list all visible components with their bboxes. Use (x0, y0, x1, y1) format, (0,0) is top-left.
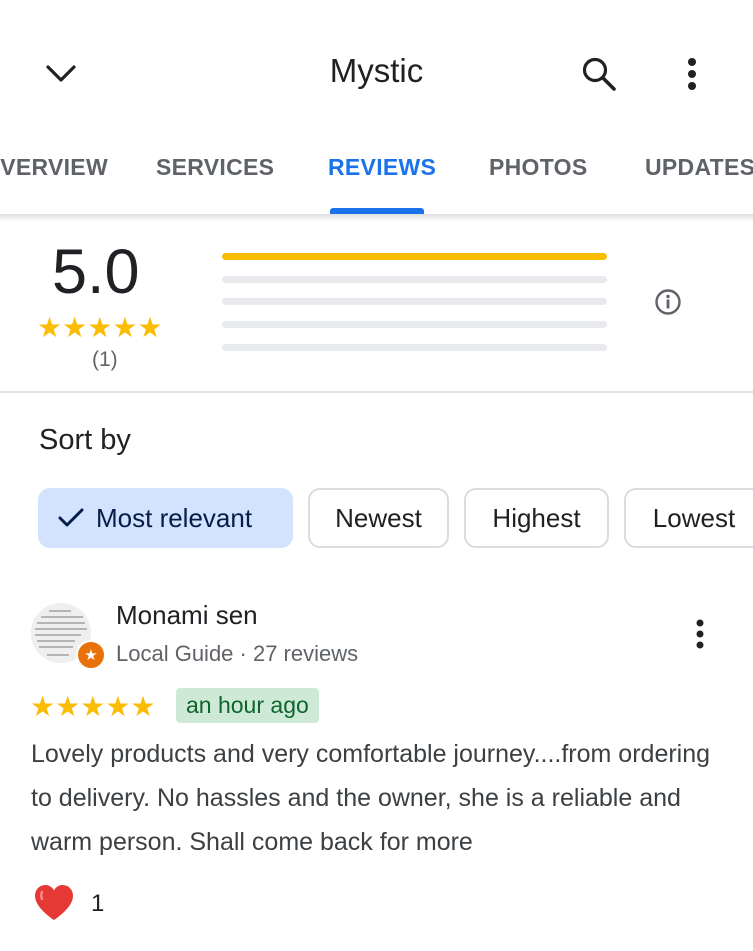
sort-chip-most-relevant[interactable]: Most relevant (38, 488, 293, 548)
star-icon: ★ (105, 691, 131, 722)
sort-chip-label: Lowest (652, 502, 736, 533)
sort-chip-label: Highest (492, 502, 581, 533)
rating-bar-4 (222, 276, 607, 283)
average-rating-stars: ★ ★ ★ ★ ★ (37, 314, 163, 342)
local-guide-badge-icon: ★ (76, 640, 106, 670)
star-icon: ★ (55, 691, 81, 722)
tab-services[interactable]: SERVICES (156, 154, 274, 181)
star-icon: ★ (80, 691, 106, 722)
tab-photos[interactable]: PHOTOS (489, 154, 588, 181)
tab-overview[interactable]: OVERVIEW (0, 154, 108, 181)
star-icon: ★ (30, 691, 56, 722)
star-icon: ★ (87, 312, 113, 343)
star-icon: ★ (130, 691, 156, 722)
star-icon: ★ (37, 312, 63, 343)
rating-bar-fill (222, 253, 607, 260)
top-app-bar: Mystic (0, 0, 753, 140)
search-icon[interactable] (576, 52, 622, 96)
star-icon: ★ (112, 312, 138, 343)
rating-bar-2 (222, 321, 607, 328)
reviewer-name[interactable]: Monami sen (116, 600, 258, 631)
section-divider (0, 391, 753, 393)
more-vert-icon[interactable] (672, 52, 712, 96)
reviewer-meta: Local Guide · 27 reviews (116, 641, 359, 666)
tab-reviews[interactable]: REVIEWS (328, 154, 436, 181)
sort-chip-newest[interactable]: Newest (308, 488, 449, 548)
sort-chip-highest[interactable]: Highest (464, 488, 609, 548)
info-icon[interactable] (652, 286, 684, 318)
review-time-badge: an hour ago (176, 688, 319, 723)
page-title: Mystic (329, 52, 424, 89)
sort-chip-label: Most relevant (96, 502, 253, 533)
star-icon: ★ (62, 312, 88, 343)
heart-reaction-icon[interactable] (33, 884, 75, 927)
rating-count: (1) (92, 348, 118, 371)
sort-by-label: Sort by (39, 424, 131, 456)
rating-bar-3 (222, 298, 607, 305)
review-more-icon[interactable] (686, 614, 714, 654)
rating-bar-5 (222, 253, 607, 260)
tab-bar: OVERVIEW SERVICES REVIEWS PHOTOS UPDATES (0, 140, 753, 214)
average-rating: 5.0 (52, 237, 140, 307)
like-count: 1 (91, 890, 105, 917)
sort-chip-lowest[interactable]: Lowest (624, 488, 753, 548)
star-icon: ★ (137, 312, 163, 343)
check-icon (58, 508, 84, 527)
review-stars: ★ ★ ★ ★ ★ (30, 693, 156, 721)
rating-bar-1 (222, 344, 607, 351)
sort-chip-label: Newest (335, 502, 422, 533)
tab-bar-shadow (0, 214, 753, 222)
tab-updates[interactable]: UPDATES (645, 154, 753, 181)
review-text: Lovely products and very comfortable jou… (31, 740, 711, 856)
